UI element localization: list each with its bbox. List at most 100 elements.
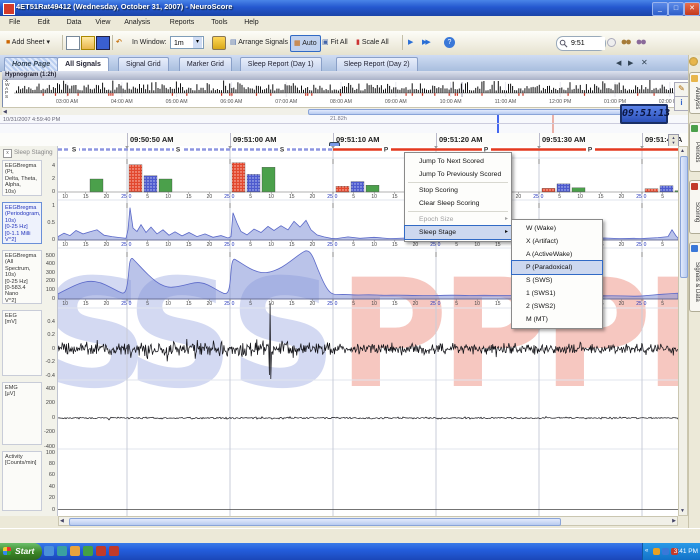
epoch-time-label[interactable]: 09:50:50 AM [130, 135, 174, 144]
quick-launch-icon-6[interactable] [109, 546, 119, 556]
tab-all-signals[interactable]: All Signals [57, 57, 109, 72]
submenu-item-w-wake-[interactable]: W (Wake) [512, 222, 602, 235]
menu-item-jump-to-previously-scored[interactable]: Jump To Previously Scored [405, 168, 511, 181]
hscroll-left-icon[interactable]: ◀ [60, 518, 64, 524]
add-sheet-button[interactable]: ■ Add Sheet ▾ [6, 35, 50, 50]
menu-item-epoch-size[interactable]: Epoch Size ▸ [405, 213, 511, 226]
start-button[interactable]: Start [0, 543, 42, 560]
staging-collapse-icon[interactable]: x [3, 149, 12, 158]
hscroll-right-icon[interactable]: ▶ [672, 518, 676, 524]
navigator-strip[interactable]: 10/31/2007 4:59:40 PM 10/31/200711/1/200… [0, 115, 700, 246]
tab-scroll-left-icon[interactable]: ◀ [616, 59, 621, 67]
minimize-button[interactable]: _ [652, 2, 668, 16]
edit-pencil-icon[interactable]: ✎ [674, 82, 689, 97]
hscroll-thumb[interactable] [69, 518, 561, 526]
navigator-cursor-blue[interactable] [497, 115, 499, 133]
fast-forward-button[interactable]: ▶▶ [422, 35, 431, 50]
navigator-cursor-pink[interactable] [552, 115, 554, 133]
submenu-item-x-artifact-[interactable]: X (Artifact) [512, 235, 602, 248]
submenu-item-1-sws1-[interactable]: 1 (SWS1) [512, 287, 602, 300]
sidebar-tab-signals-data[interactable]: Signals & Data [689, 242, 700, 312]
vscroll-down-icon[interactable]: ▼ [680, 508, 685, 514]
open-icon[interactable] [81, 36, 95, 50]
menu-item-stop-scoring[interactable]: Stop Scoring [405, 184, 511, 197]
freq-tick-label: 20 [618, 301, 625, 307]
tray-icon-2[interactable] [662, 548, 669, 555]
menu-analysis[interactable]: Analysis [121, 18, 153, 27]
play-button[interactable]: ▶ [408, 35, 413, 50]
search-input[interactable] [569, 37, 605, 50]
fit-all-button[interactable]: ▣ Fit All [322, 35, 348, 50]
quick-launch-icon-3[interactable] [70, 546, 80, 556]
tab-signal-grid[interactable]: Signal Grid [118, 57, 169, 72]
tab-marker-grid[interactable]: Marker Grid [178, 57, 232, 72]
close-button[interactable]: ✕ [684, 2, 700, 16]
search-box[interactable] [556, 36, 606, 51]
epoch-time-label[interactable]: 09:51:00 AM [233, 135, 277, 144]
arrange-signals-button[interactable]: ▤ Arrange Signals [230, 35, 288, 50]
auto-toggle-button[interactable]: ▦ Auto [290, 35, 321, 52]
menu-data[interactable]: Data [64, 18, 85, 27]
menu-reports[interactable]: Reports [167, 18, 198, 27]
vscroll-up-icon[interactable]: ▲ [680, 148, 685, 154]
freq-tick-label: 0 [128, 242, 132, 248]
search-clear-icon[interactable] [607, 38, 616, 47]
tab-home-page[interactable]: Home Page [4, 57, 59, 72]
find-next-icon[interactable] [620, 36, 632, 48]
lock-icon[interactable] [212, 36, 226, 50]
freq-tick-label: 10 [165, 301, 171, 307]
menu-tools[interactable]: Tools [208, 18, 230, 27]
combobox-dropdown-icon[interactable]: ▾ [193, 37, 202, 48]
epoch-time-label[interactable]: 09:51:20 AM [439, 135, 483, 144]
menu-item-clear-sleep-scoring[interactable]: Clear Sleep Scoring [405, 197, 511, 210]
epoch-time-header[interactable]: 09:50:50 AM 09:51:00 AM 09:51:10 AM 09:51:2… [0, 133, 700, 150]
menu-view[interactable]: View [92, 18, 113, 27]
gear-icon[interactable] [689, 57, 698, 66]
freq-tick-label: 15 [392, 242, 398, 248]
sidebar-tab-scoring[interactable]: Scoring [689, 180, 700, 234]
tray-icon-1[interactable] [653, 548, 660, 555]
menu-file[interactable]: File [6, 18, 23, 27]
y-tick-label: 0.4 [47, 318, 55, 325]
new-sheet-icon[interactable] [66, 36, 80, 50]
in-window-combobox[interactable]: 1m ▾ [170, 36, 204, 49]
info-icon[interactable]: i [674, 96, 689, 111]
tray-collapse-icon[interactable]: « [645, 543, 648, 560]
quick-launch-icon-2[interactable] [57, 546, 67, 556]
scale-all-button[interactable]: ▮ Scale All [356, 35, 389, 50]
menu-help[interactable]: Help [241, 18, 261, 27]
submenu-item-a-activewake-[interactable]: A (ActiveWake) [512, 248, 602, 261]
hyp-x-label: 04:00 AM [110, 99, 133, 105]
vscroll-thumb[interactable] [680, 156, 688, 278]
tab-sleep-report-day-1-[interactable]: Sleep Report (Day 1) [239, 57, 322, 72]
menu-item-sleep-stage[interactable]: Sleep Stage ▸ [404, 225, 512, 240]
menu-item-jump-to-next-scored[interactable]: Jump To Next Scored [405, 155, 511, 168]
horizontal-scrollbar[interactable]: ◀ ▶ [58, 516, 678, 526]
maximize-button[interactable]: □ [668, 2, 684, 16]
submenu-item-s-sws-[interactable]: S (SWS) [512, 274, 602, 287]
tab-close-icon[interactable]: ✕ [641, 58, 648, 67]
y-tick-label: 0.5 [47, 219, 55, 226]
submenu-item-p-paradoxical-[interactable]: P (Paradoxical) [511, 260, 603, 275]
submenu-item-m-mt-[interactable]: M (MT) [512, 313, 602, 326]
quick-launch-icon-5[interactable] [96, 546, 106, 556]
hypnogram-plot[interactable] [2, 80, 698, 99]
quick-launch-icon-4[interactable] [83, 546, 93, 556]
undo-icon[interactable]: ↶ [116, 35, 122, 50]
sidebar-tab-analysis[interactable]: Analysis [689, 72, 700, 114]
tab-scroll-right-icon[interactable]: ▶ [628, 59, 633, 67]
submenu-item-2-sws2-[interactable]: 2 (SWS2) [512, 300, 602, 313]
menu-edit[interactable]: Edit [35, 18, 53, 27]
epoch-time-label[interactable]: 09:51:10 AM [336, 135, 380, 144]
sidebar-tab-periods[interactable]: Periods [689, 122, 700, 172]
save-icon[interactable] [96, 36, 110, 50]
help-icon[interactable]: ? [444, 37, 455, 48]
freq-tick-label: 5 [661, 242, 664, 248]
epoch-time-label[interactable]: 09:51:30 AM [542, 135, 586, 144]
vertical-scrollbar[interactable]: ▲ ▼ [678, 146, 688, 516]
tab-sleep-report-day-2-[interactable]: Sleep Report (Day 2) [335, 57, 418, 72]
y-tick-label: 0 [51, 295, 55, 302]
quick-launch-icon-1[interactable] [44, 546, 54, 556]
signals-plot[interactable]: SSSPPP [0, 146, 700, 516]
find-prev-icon[interactable] [635, 36, 647, 48]
